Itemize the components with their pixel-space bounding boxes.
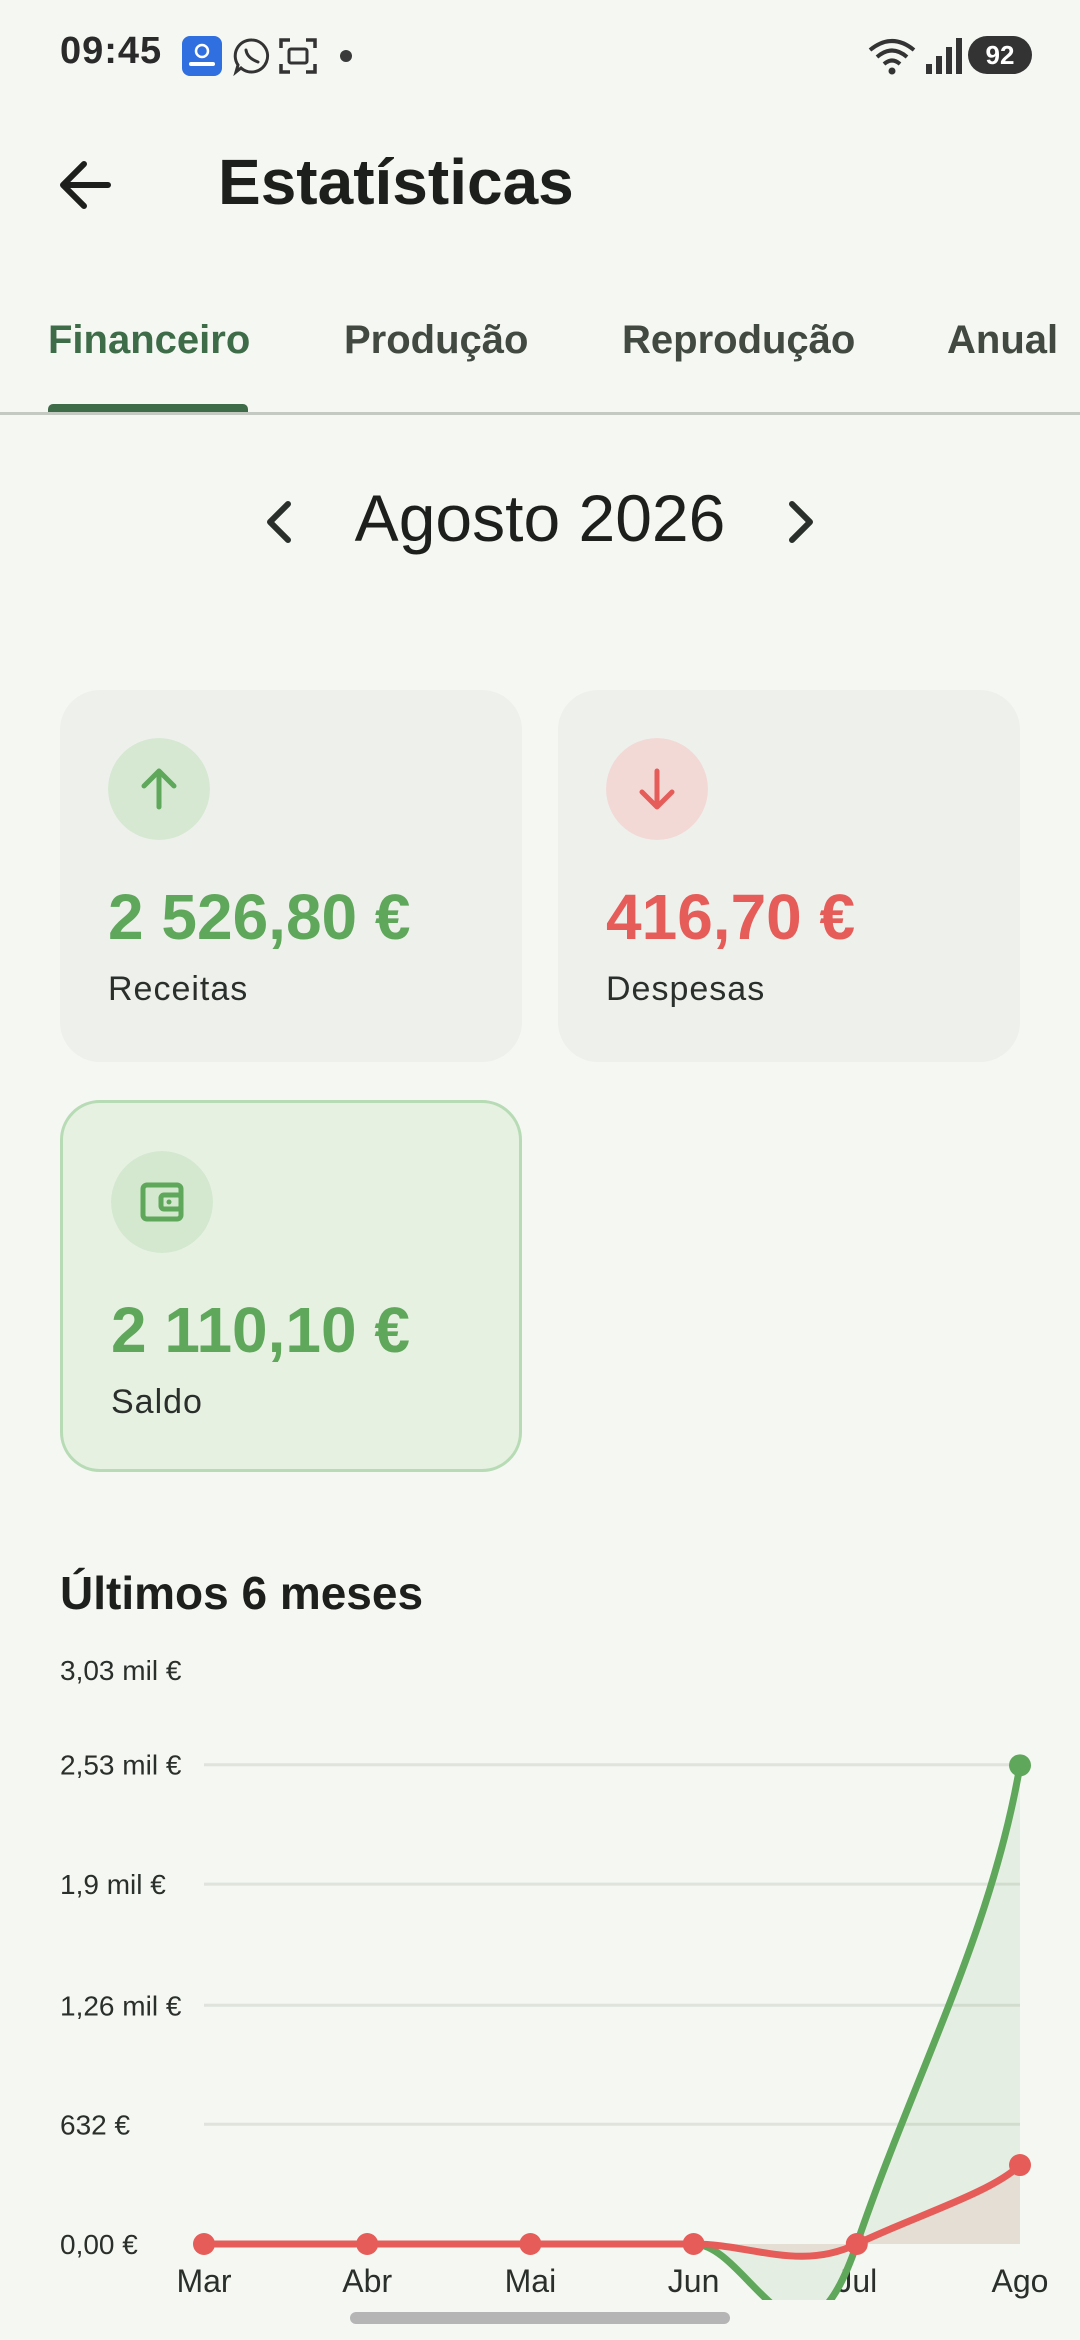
income-amount: 2 526,80 € [108,881,411,953]
series-area-0 [204,1765,1020,2300]
tab-bar: Financeiro Produção Reprodução Anual [0,300,1080,414]
balance-label: Saldo [111,1383,203,1421]
x-tick-label: Mai [505,2263,557,2299]
x-tick-label: Ago [992,2263,1049,2299]
notification-dot [340,50,352,62]
tab-reproducao[interactable]: Reprodução [622,318,855,363]
tab-financeiro[interactable]: Financeiro [48,318,250,363]
chevron-left-icon [267,501,291,543]
month-label: Agosto 2026 [354,481,726,555]
y-tick-label: 1,9 mil € [60,1869,166,1900]
x-tick-label: Jun [668,2263,720,2299]
status-bar: 09:45 92 [0,0,1080,110]
data-point [356,2233,379,2255]
y-tick-label: 1,26 mil € [60,1990,182,2021]
arrow-up-icon [108,738,210,840]
data-point [519,2233,542,2255]
next-month-button[interactable] [770,490,830,554]
whatsapp-icon [233,38,270,76]
app-notification-icon [182,36,222,76]
y-tick-label: 3,03 mil € [60,1655,182,1686]
monthly-line-chart: 0,00 € 632 € 1,26 mil € 1,9 mil € 2,53 mil €… [60,1655,1049,2300]
status-time: 09:45 [60,30,163,72]
data-point [1009,1754,1031,1777]
expenses-label: Despesas [606,970,766,1008]
tab-anual[interactable]: Anual [947,318,1058,363]
arrow-left-icon [60,161,111,209]
data-point [682,2233,705,2255]
y-tick-label: 632 € [60,2109,130,2140]
battery-indicator: 92 [968,36,1032,74]
y-tick-label: 0,00 € [60,2229,138,2260]
y-tick-label: 2,53 mil € [60,1750,182,1781]
expenses-card: 416,70 € Despesas [558,690,1020,1062]
tabs-divider [0,412,1080,415]
balance-amount: 2 110,10 € [111,1294,410,1366]
signal-icon [926,38,962,74]
tab-producao[interactable]: Produção [344,318,528,363]
home-indicator[interactable] [350,2312,730,2324]
screenshot-icon [279,38,317,74]
arrow-down-icon [606,738,708,840]
balance-card: 2 110,10 € Saldo [60,1100,522,1472]
data-point [193,2233,215,2255]
expenses-amount: 416,70 € [606,881,856,953]
back-button[interactable] [50,150,120,220]
income-card: 2 526,80 € Receitas [60,690,522,1062]
income-label: Receitas [108,970,249,1008]
chart-section-title: Últimos 6 meses [60,1567,424,1619]
wallet-icon [111,1151,213,1253]
data-point [1009,2154,1031,2177]
data-point [845,2233,868,2255]
chevron-right-icon [789,501,813,543]
page-title: Estatísticas [218,146,574,218]
wifi-icon [868,39,916,75]
x-tick-label: Mar [176,2263,231,2299]
previous-month-button[interactable] [250,490,310,554]
x-tick-label: Abr [342,2263,392,2299]
